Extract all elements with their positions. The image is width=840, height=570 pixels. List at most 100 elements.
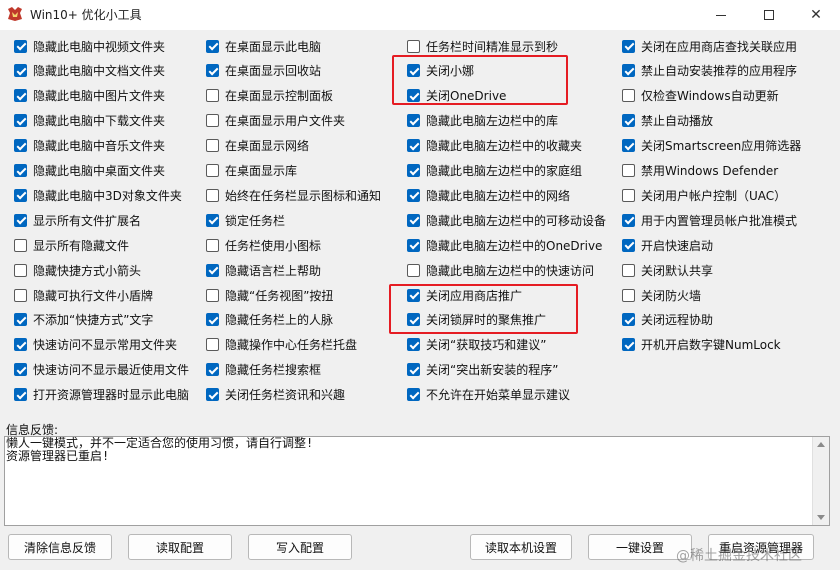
option-col4-1[interactable]: 禁止自动安装推荐的应用程序 (622, 61, 797, 81)
checkbox-unchecked-icon[interactable] (622, 288, 635, 302)
option-col3-13[interactable]: 关闭“突出新安装的程序” (407, 360, 558, 380)
option-col4-11[interactable]: 关闭远程协助 (622, 310, 713, 330)
checkbox-checked-icon[interactable] (206, 39, 219, 53)
checkbox-checked-icon[interactable] (14, 213, 27, 227)
read-local-settings-button[interactable]: 读取本机设置 (470, 534, 572, 560)
checkbox-checked-icon[interactable] (14, 39, 27, 53)
option-col4-2[interactable]: 仅检查Windows自动更新 (622, 86, 779, 106)
checkbox-unchecked-icon[interactable] (407, 39, 420, 53)
info-scrollbar[interactable] (812, 437, 829, 525)
option-col4-9[interactable]: 关闭默认共享 (622, 260, 713, 280)
checkbox-unchecked-icon[interactable] (14, 263, 27, 277)
option-col1-3[interactable]: 隐藏此电脑中下载文件夹 (14, 111, 165, 131)
checkbox-unchecked-icon[interactable] (206, 139, 219, 153)
checkbox-checked-icon[interactable] (622, 313, 635, 327)
checkbox-unchecked-icon[interactable] (407, 263, 420, 277)
checkbox-checked-icon[interactable] (14, 388, 27, 402)
option-col2-3[interactable]: 在桌面显示用户文件夹 (206, 111, 345, 131)
option-col4-4[interactable]: 关闭Smartscreen应用筛选器 (622, 136, 801, 156)
option-col1-5[interactable]: 隐藏此电脑中桌面文件夹 (14, 161, 165, 181)
option-col2-11[interactable]: 隐藏任务栏上的人脉 (206, 310, 333, 330)
checkbox-unchecked-icon[interactable] (622, 188, 635, 202)
read-config-button[interactable]: 读取配置 (128, 534, 232, 560)
option-col3-14[interactable]: 不允许在开始菜单显示建议 (407, 385, 570, 405)
option-col3-12[interactable]: 关闭“获取技巧和建议” (407, 335, 546, 355)
checkbox-unchecked-icon[interactable] (622, 164, 635, 177)
checkbox-unchecked-icon[interactable] (622, 263, 635, 277)
option-col2-1[interactable]: 在桌面显示回收站 (206, 61, 321, 81)
checkbox-checked-icon[interactable] (14, 313, 27, 327)
checkbox-checked-icon[interactable] (14, 64, 27, 78)
title-bar[interactable]: Win10+ 优化小工具 ✕ (0, 0, 840, 30)
option-col1-2[interactable]: 隐藏此电脑中图片文件夹 (14, 86, 165, 106)
option-col2-6[interactable]: 始终在任务栏显示图标和通知 (206, 185, 381, 205)
option-col4-3[interactable]: 禁止自动播放 (622, 111, 713, 131)
checkbox-checked-icon[interactable] (407, 388, 420, 402)
option-col1-6[interactable]: 隐藏此电脑中3D对象文件夹 (14, 185, 182, 205)
option-col1-13[interactable]: 快速访问不显示最近使用文件 (14, 360, 189, 380)
option-col1-4[interactable]: 隐藏此电脑中音乐文件夹 (14, 136, 165, 156)
checkbox-checked-icon[interactable] (206, 313, 219, 327)
option-col4-10[interactable]: 关闭防火墙 (622, 285, 701, 305)
option-col1-9[interactable]: 隐藏快捷方式小箭头 (14, 260, 141, 280)
option-col3-9[interactable]: 隐藏此电脑左边栏中的快速访问 (407, 260, 594, 280)
checkbox-unchecked-icon[interactable] (14, 238, 27, 252)
checkbox-checked-icon[interactable] (622, 238, 635, 252)
option-col3-4[interactable]: 隐藏此电脑左边栏中的收藏夹 (407, 136, 582, 156)
option-col2-5[interactable]: 在桌面显示库 (206, 161, 297, 181)
checkbox-unchecked-icon[interactable] (206, 338, 219, 352)
option-col3-6[interactable]: 隐藏此电脑左边栏中的网络 (407, 185, 570, 205)
checkbox-checked-icon[interactable] (622, 338, 635, 352)
scroll-down-icon[interactable] (817, 515, 825, 520)
option-col2-14[interactable]: 关闭任务栏资讯和兴趣 (206, 385, 345, 405)
option-col2-0[interactable]: 在桌面显示此电脑 (206, 36, 321, 56)
option-col3-5[interactable]: 隐藏此电脑左边栏中的家庭组 (407, 161, 582, 181)
checkbox-checked-icon[interactable] (14, 89, 27, 103)
option-col3-7[interactable]: 隐藏此电脑左边栏中的可移动设备 (407, 210, 606, 230)
checkbox-checked-icon[interactable] (14, 363, 27, 377)
info-textarea[interactable]: 懒人一键模式，并不一定适合您的使用习惯，请自行调整! 资源管理器已重启! (4, 436, 830, 526)
checkbox-checked-icon[interactable] (206, 263, 219, 277)
option-col1-14[interactable]: 打开资源管理器时显示此电脑 (14, 385, 189, 405)
checkbox-checked-icon[interactable] (622, 139, 635, 153)
checkbox-checked-icon[interactable] (407, 164, 420, 177)
checkbox-checked-icon[interactable] (622, 64, 635, 78)
checkbox-unchecked-icon[interactable] (14, 288, 27, 302)
option-col2-7[interactable]: 锁定任务栏 (206, 210, 285, 230)
option-col2-9[interactable]: 隐藏语言栏上帮助 (206, 260, 321, 280)
checkbox-checked-icon[interactable] (407, 188, 420, 202)
option-col1-10[interactable]: 隐藏可执行文件小盾牌 (14, 285, 153, 305)
maximize-button[interactable] (745, 0, 793, 30)
checkbox-unchecked-icon[interactable] (622, 89, 635, 103)
checkbox-unchecked-icon[interactable] (206, 89, 219, 103)
checkbox-checked-icon[interactable] (622, 39, 635, 53)
close-button[interactable]: ✕ (792, 0, 840, 30)
checkbox-checked-icon[interactable] (407, 363, 420, 377)
checkbox-unchecked-icon[interactable] (206, 188, 219, 202)
checkbox-unchecked-icon[interactable] (206, 288, 219, 302)
option-col1-1[interactable]: 隐藏此电脑中文档文件夹 (14, 61, 165, 81)
checkbox-checked-icon[interactable] (407, 238, 420, 252)
checkbox-unchecked-icon[interactable] (206, 114, 219, 128)
option-col1-12[interactable]: 快速访问不显示常用文件夹 (14, 335, 177, 355)
option-col2-4[interactable]: 在桌面显示网络 (206, 136, 309, 156)
checkbox-checked-icon[interactable] (622, 114, 635, 128)
option-col1-8[interactable]: 显示所有隐藏文件 (14, 235, 129, 255)
checkbox-unchecked-icon[interactable] (206, 164, 219, 177)
checkbox-checked-icon[interactable] (14, 139, 27, 153)
clear-feedback-button[interactable]: 清除信息反馈 (8, 534, 112, 560)
option-col2-8[interactable]: 任务栏使用小图标 (206, 235, 321, 255)
checkbox-unchecked-icon[interactable] (206, 238, 219, 252)
option-col4-8[interactable]: 开启快速启动 (622, 235, 713, 255)
option-col4-0[interactable]: 关闭在应用商店查找关联应用 (622, 36, 797, 56)
checkbox-checked-icon[interactable] (407, 213, 420, 227)
checkbox-checked-icon[interactable] (206, 388, 219, 402)
option-col4-6[interactable]: 关闭用户帐户控制（UAC） (622, 185, 786, 205)
checkbox-checked-icon[interactable] (206, 363, 219, 377)
option-col1-11[interactable]: 不添加“快捷方式”文字 (14, 310, 153, 330)
minimize-button[interactable] (697, 0, 745, 30)
checkbox-checked-icon[interactable] (622, 213, 635, 227)
checkbox-checked-icon[interactable] (407, 139, 420, 153)
checkbox-checked-icon[interactable] (14, 188, 27, 202)
option-col4-5[interactable]: 禁用Windows Defender (622, 161, 778, 181)
